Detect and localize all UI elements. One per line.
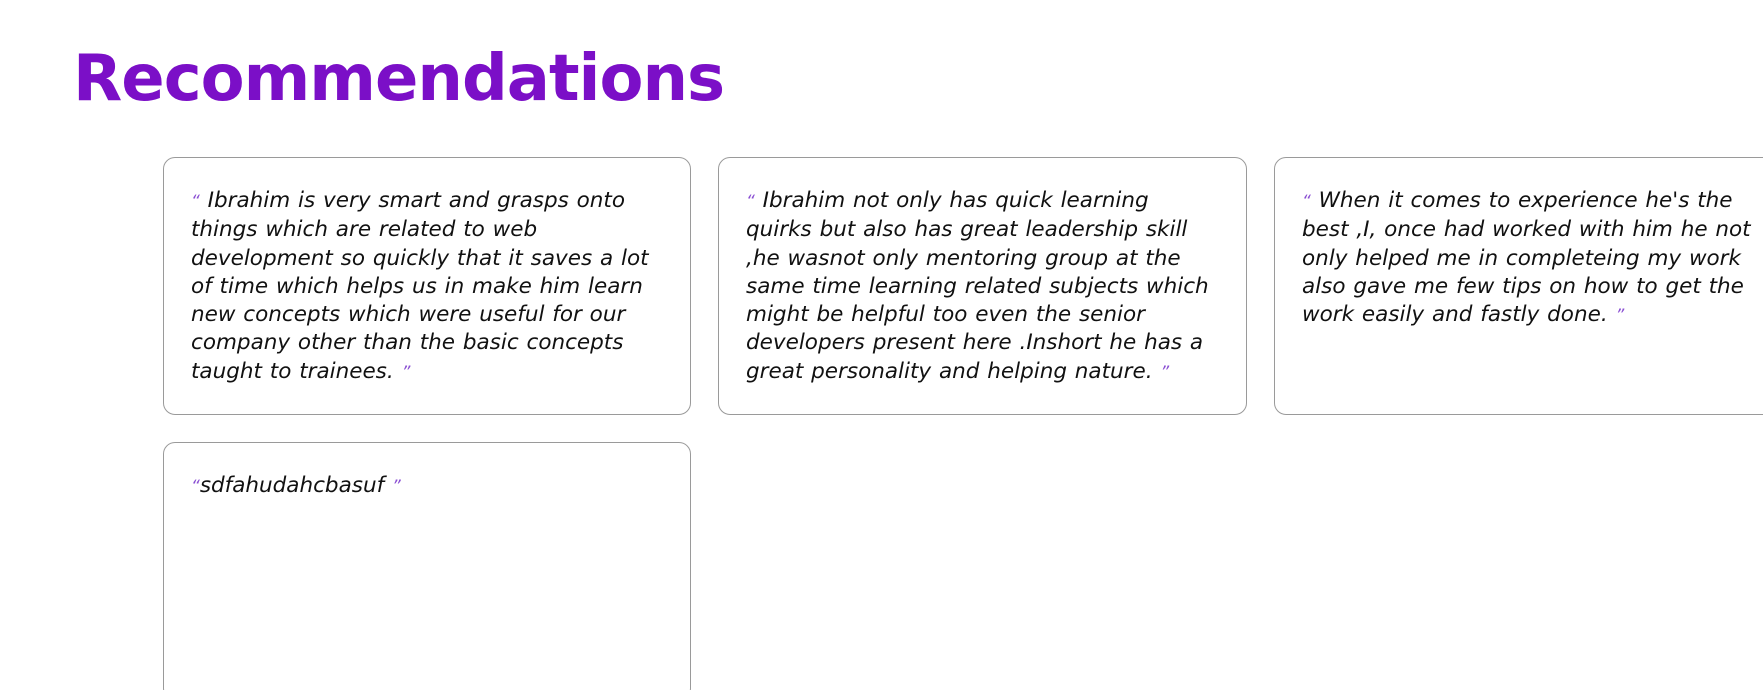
recommendation-text: “sdfahudahcbasuf ” xyxy=(191,472,663,501)
close-quote-icon: ” xyxy=(1160,362,1170,383)
section-title: Recommendations xyxy=(73,42,725,116)
recommendation-card: “ Ibrahim is very smart and grasps onto … xyxy=(163,157,691,415)
recommendation-body: sdfahudahcbasuf xyxy=(199,473,392,498)
open-quote-icon: “ xyxy=(746,192,755,212)
open-quote-icon: “ xyxy=(191,192,200,212)
open-quote-icon: “ xyxy=(1302,192,1311,212)
recommendation-card: “sdfahudahcbasuf ” xyxy=(163,442,691,690)
recommendation-body: When it comes to experience he's the bes… xyxy=(1302,188,1751,328)
recommendation-card: “ When it comes to experience he's the b… xyxy=(1274,157,1763,415)
close-quote-icon: ” xyxy=(1615,306,1625,327)
close-quote-icon: ” xyxy=(401,362,411,383)
open-quote-icon: “ xyxy=(191,477,200,497)
close-quote-icon: ” xyxy=(391,477,401,497)
recommendation-text: “ Ibrahim not only has quick learning qu… xyxy=(746,187,1219,387)
recommendations-page: Recommendations “ Ibrahim is very smart … xyxy=(0,0,1763,690)
recommendation-card: “ Ibrahim not only has quick learning qu… xyxy=(718,157,1247,415)
recommendation-text: “ When it comes to experience he's the b… xyxy=(1302,187,1763,330)
recommendation-body: Ibrahim is very smart and grasps onto th… xyxy=(191,188,649,384)
recommendation-text: “ Ibrahim is very smart and grasps onto … xyxy=(191,187,663,387)
recommendation-body: Ibrahim not only has quick learning quir… xyxy=(746,188,1209,384)
